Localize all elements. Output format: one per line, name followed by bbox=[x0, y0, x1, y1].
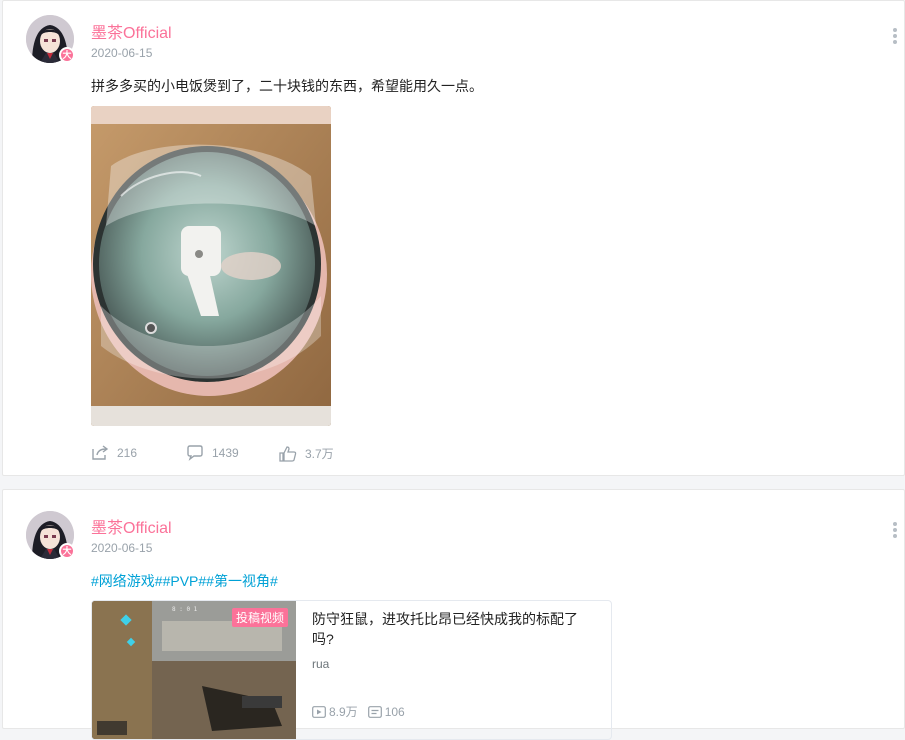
video-stats: 8.9万 106 bbox=[312, 703, 415, 720]
feed-card: 大 墨茶Official 2020-06-15 #网络游戏##PVP##第一视角… bbox=[2, 489, 905, 740]
like-icon bbox=[279, 445, 297, 462]
video-card[interactable]: 8 : 0 1 投稿视频 防守狂鼠，进攻托比昂已经快成我的标配了吗? rua 8… bbox=[91, 600, 612, 740]
play-icon bbox=[312, 705, 326, 718]
post-date[interactable]: 2020-06-15 bbox=[91, 46, 152, 60]
video-author: rua bbox=[312, 657, 330, 671]
more-vertical-icon[interactable] bbox=[892, 522, 898, 540]
like-button[interactable]: 3.7万 bbox=[279, 445, 334, 462]
feed-card: 大 墨茶Official 2020-06-15 拼多多买的小电饭煲到了，二十块钱… bbox=[2, 0, 905, 476]
vip-badge: 大 bbox=[59, 543, 75, 559]
rice-cooker-photo bbox=[91, 106, 331, 426]
comment-icon bbox=[187, 445, 203, 461]
comment-count: 1439 bbox=[212, 446, 239, 460]
video-thumbnail[interactable]: 8 : 0 1 投稿视频 bbox=[92, 601, 296, 739]
share-button[interactable]: 216 bbox=[91, 445, 137, 461]
hashtag-list: #网络游戏##PVP##第一视角# bbox=[91, 571, 278, 591]
video-tag-badge: 投稿视频 bbox=[231, 608, 288, 627]
share-count: 216 bbox=[117, 446, 138, 460]
comment-button[interactable]: 1439 bbox=[186, 445, 239, 461]
post-date[interactable]: 2020-06-15 bbox=[91, 541, 152, 555]
share-icon bbox=[92, 445, 109, 460]
username-link[interactable]: 墨茶Official bbox=[91, 19, 172, 43]
post-image[interactable] bbox=[91, 106, 331, 426]
danmaku-icon bbox=[367, 705, 382, 718]
danmaku-count-stat: 106 bbox=[367, 704, 405, 719]
video-title[interactable]: 防守狂鼠，进攻托比昂已经快成我的标配了吗? bbox=[312, 609, 597, 649]
username-link[interactable]: 墨茶Official bbox=[91, 514, 172, 538]
svg-text:8 : 0 1: 8 : 0 1 bbox=[172, 606, 198, 613]
more-vertical-icon[interactable] bbox=[892, 28, 898, 46]
danmaku-count: 106 bbox=[384, 704, 405, 719]
post-text: 拼多多买的小电饭煲到了，二十块钱的东西，希望能用久一点。 bbox=[91, 78, 483, 94]
view-count-stat: 8.9万 bbox=[312, 703, 358, 720]
hashtag-link[interactable]: #PVP# bbox=[163, 573, 207, 589]
like-count: 3.7万 bbox=[305, 447, 334, 461]
vip-badge: 大 bbox=[59, 47, 75, 63]
hashtag-link[interactable]: #第一视角# bbox=[206, 573, 278, 589]
view-count: 8.9万 bbox=[329, 705, 358, 719]
hashtag-link[interactable]: #网络游戏# bbox=[91, 573, 163, 589]
